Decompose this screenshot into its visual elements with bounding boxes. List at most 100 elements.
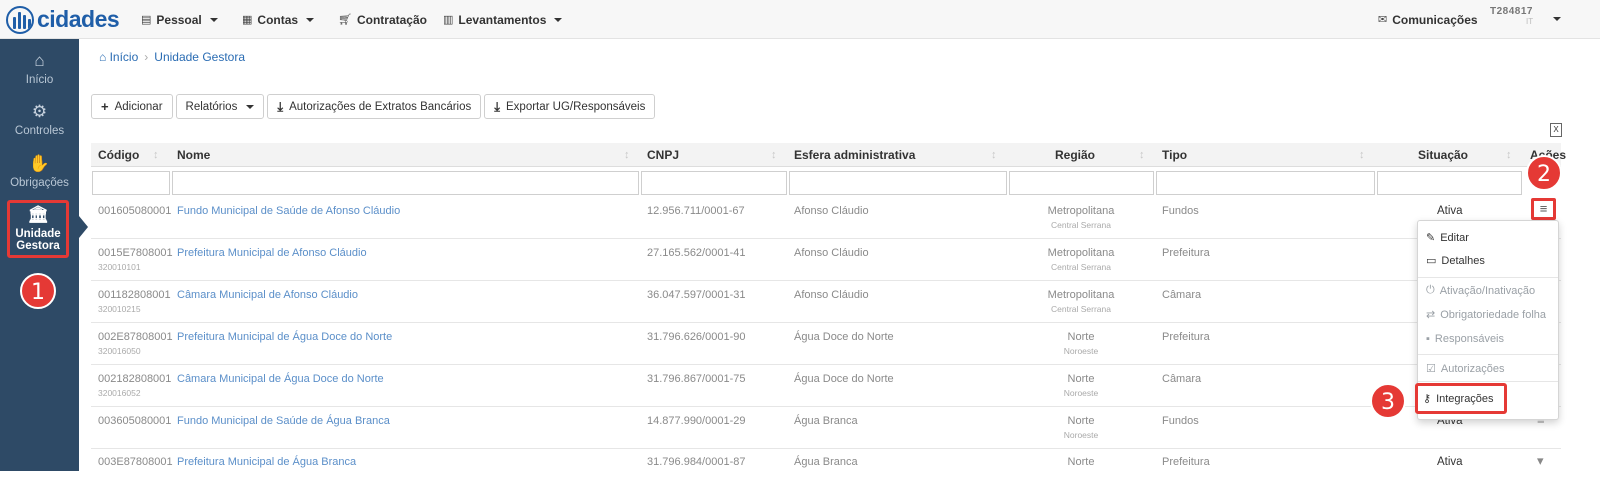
- sort-icon[interactable]: ↕: [153, 143, 159, 167]
- nav-pessoal-label: Pessoal: [156, 12, 202, 27]
- menu-divider: [1418, 277, 1558, 278]
- cell-codigo-sub: 320016050: [98, 346, 141, 356]
- table-row: 001605080001 Fundo Municipal de Saúde de…: [91, 197, 1561, 239]
- folder-open-icon: ▭: [1426, 255, 1437, 267]
- filter-tipo-input[interactable]: [1156, 171, 1375, 195]
- cell-esfera: Água Branca: [794, 456, 858, 468]
- nav-contas[interactable]: ▦ Contas: [242, 0, 315, 39]
- col-nome[interactable]: Nome: [177, 143, 210, 167]
- download-icon: ⤓: [277, 98, 284, 114]
- menu-item-ativacao[interactable]: ⏻ Ativação/Inativação: [1426, 284, 1535, 297]
- filter-regiao-input[interactable]: [1009, 171, 1154, 195]
- col-regiao[interactable]: Região: [1055, 143, 1095, 167]
- logo-mark-icon: [6, 5, 34, 34]
- cell-regiao-sub: Central Serrana: [1050, 262, 1111, 272]
- menu-item-label: Autorizações: [1440, 362, 1505, 375]
- cell-nome-link[interactable]: Câmara Municipal de Afonso Cláudio: [177, 289, 358, 301]
- add-button[interactable]: + Adicionar: [91, 94, 173, 119]
- cell-nome-link[interactable]: Fundo Municipal de Saúde de Água Branca: [177, 415, 390, 427]
- col-cnpj[interactable]: CNPJ: [647, 143, 679, 167]
- home-icon: ⌂: [99, 50, 110, 64]
- sidebar-item-inicio[interactable]: ⌂ Início: [0, 51, 79, 86]
- sidebar-item-unidade-gestora[interactable]: 🏛︎ Unidade Gestora: [7, 200, 69, 258]
- app-logo[interactable]: cidades: [6, 5, 120, 34]
- bank-icon: 🏛︎: [27, 205, 49, 224]
- col-situacao[interactable]: Situação: [1418, 143, 1468, 167]
- id-card-icon: ▤: [141, 14, 152, 26]
- sort-icon[interactable]: ↕: [1506, 143, 1512, 167]
- sort-icon[interactable]: ↕: [771, 143, 777, 167]
- filter-esfera-input[interactable]: [789, 171, 1007, 195]
- cell-nome-link[interactable]: Fundo Municipal de Saúde de Afonso Cláud…: [177, 205, 400, 217]
- hamburger-icon: ≡: [1539, 201, 1548, 216]
- cell-cnpj: 31.796.984/0001-87: [647, 456, 746, 468]
- bank-authorizations-button[interactable]: ⤓ Autorizações de Extratos Bancários: [267, 94, 482, 119]
- nav-levantamentos-label: Levantamentos: [458, 12, 547, 27]
- cell-tipo: Fundos: [1162, 205, 1199, 217]
- row-actions-dropdown: ✎ Editar ▭ Detalhes ⏻ Ativação/Inativação ⇄…: [1415, 220, 1559, 420]
- nav-contratacao[interactable]: 🛒︎ Contratação: [338, 0, 427, 39]
- sort-icon[interactable]: ↕: [624, 143, 630, 167]
- col-tipo[interactable]: Tipo: [1162, 143, 1187, 167]
- toggle-icon: ⏻: [1426, 284, 1435, 296]
- cell-esfera: Água Doce do Norte: [794, 373, 894, 385]
- cell-codigo: 002182808001: [98, 373, 172, 385]
- excel-export-icon[interactable]: X: [1550, 123, 1562, 137]
- cell-cnpj: 31.796.626/0001-90: [647, 331, 746, 343]
- sidebar-item-controles[interactable]: ⚙ Controles: [0, 102, 79, 137]
- chevron-down-icon: [306, 17, 315, 22]
- cell-regiao-sub: Central Serrana: [1050, 304, 1111, 314]
- filter-situacao-input[interactable]: [1377, 171, 1522, 195]
- export-button[interactable]: ⤓ Exportar UG/Responsáveis: [484, 94, 656, 119]
- nav-contas-label: Contas: [257, 12, 299, 27]
- cell-tipo: Câmara: [1162, 373, 1202, 385]
- sidebar-item-obrigacoes[interactable]: ✋ Obrigações: [0, 154, 79, 189]
- cell-cnpj: 27.165.562/0001-41: [647, 247, 746, 259]
- nav-levantamentos[interactable]: ▥ Levantamentos: [443, 0, 563, 39]
- cell-regiao: Metropolitana: [1047, 289, 1115, 301]
- menu-divider: [1418, 354, 1558, 355]
- cell-codigo: 001605080001: [98, 205, 172, 217]
- breadcrumb-home[interactable]: ⌂ Início: [99, 50, 138, 64]
- menu-item-editar[interactable]: ✎ Editar: [1426, 231, 1469, 245]
- sort-icon[interactable]: ↕: [991, 143, 997, 167]
- menu-item-autorizacoes[interactable]: ☑ Autorizações: [1426, 362, 1505, 376]
- filter-nome-input[interactable]: [172, 171, 639, 195]
- cell-situacao: Ativa: [1437, 205, 1463, 217]
- row-actions-menu-icon[interactable]: ▾: [1537, 453, 1544, 469]
- cell-tipo: Câmara: [1162, 289, 1202, 301]
- cell-regiao-sub: Noroeste: [1063, 430, 1099, 440]
- sidebar: ⌂ Início ⚙ Controles ✋ Obrigações 🏛︎ Uni…: [0, 39, 79, 471]
- sort-icon[interactable]: ↕: [1359, 143, 1365, 167]
- cell-regiao: Norte: [1067, 456, 1095, 468]
- col-codigo[interactable]: Código: [98, 143, 139, 167]
- menu-item-integracoes[interactable]: ⚷ Integrações: [1423, 392, 1494, 406]
- sidebar-item-label: Controles: [14, 125, 65, 137]
- breadcrumb-current: Unidade Gestora: [154, 50, 246, 64]
- bank-auth-label: Autorizações de Extratos Bancários: [289, 100, 472, 113]
- menu-item-responsaveis[interactable]: ▪ Responsáveis: [1426, 333, 1504, 345]
- cell-cnpj: 12.956.711/0001-67: [647, 205, 745, 217]
- cell-nome-link[interactable]: Prefeitura Municipal de Água Doce do Nor…: [177, 331, 392, 343]
- cell-esfera: Água Branca: [794, 415, 858, 427]
- user-menu[interactable]: T284817 IT: [1490, 6, 1585, 34]
- nav-comunicacoes[interactable]: ✉ Comunicações: [1378, 0, 1478, 39]
- col-esfera[interactable]: Esfera administrativa: [794, 143, 915, 167]
- menu-item-detalhes[interactable]: ▭ Detalhes: [1426, 254, 1485, 268]
- user-name: T284817: [1490, 6, 1533, 17]
- cell-nome-link[interactable]: Prefeitura Municipal de Afonso Cláudio: [177, 247, 367, 259]
- cell-regiao: Norte: [1067, 373, 1095, 385]
- cell-nome-link[interactable]: Câmara Municipal de Água Doce do Norte: [177, 373, 384, 385]
- filter-cnpj-input[interactable]: [641, 171, 787, 195]
- nav-pessoal[interactable]: ▤ Pessoal: [141, 0, 218, 39]
- sort-icon[interactable]: ↕: [1139, 143, 1145, 167]
- table-row: 0015E7808001 320010101 Prefeitura Munici…: [91, 239, 1561, 281]
- cell-nome-link[interactable]: Prefeitura Municipal de Água Branca: [177, 456, 356, 468]
- sidebar-item-label: Obrigações: [10, 177, 69, 189]
- menu-item-obrigatoriedade[interactable]: ⇄ Obrigatoriedade folha: [1426, 308, 1546, 322]
- row-actions-menu-button[interactable]: ≡: [1531, 198, 1556, 220]
- table-row: 002182808001 320016052 Câmara Municipal …: [91, 365, 1561, 407]
- cell-codigo: 0015E7808001: [98, 247, 173, 259]
- reports-dropdown-button[interactable]: Relatórios: [175, 94, 265, 119]
- filter-codigo-input[interactable]: [92, 171, 170, 195]
